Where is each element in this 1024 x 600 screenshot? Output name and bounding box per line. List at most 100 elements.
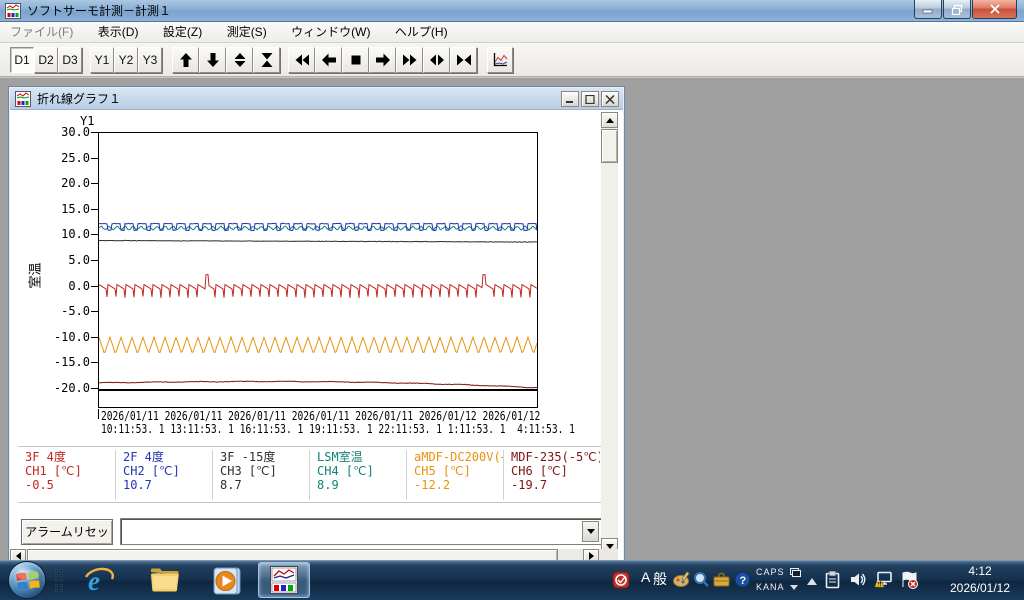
compress-vertical-icon [259,52,275,68]
graph-window: 折れ線グラフ１ Y1 室温 30.025.020.015.010.05.00.0… [8,86,625,562]
channel-legend-4: LSM室温CH4 [℃]8.9 [309,450,406,500]
child-minimize-icon[interactable] [561,91,579,107]
alarm-combo-box[interactable] [120,518,602,545]
alarm-strip [98,390,538,408]
screen: ソフトサーモ計測－計測１ ファイル(F) 表示(D) 設定(Z) 測定(S) ウ… [0,0,1024,600]
horizontal-scrollbar-thumb[interactable] [27,549,558,560]
menu-help[interactable]: ヘルプ(H) [385,22,458,43]
ime-conversion-mode[interactable]: 般 [653,569,667,589]
ime-help-icon[interactable]: ? [734,571,751,593]
fast-forward-button[interactable] [396,47,423,73]
horizontal-scrollbar[interactable] [10,549,600,560]
channel-legend-1: 3F 4度CH1 [℃]-0.5 [18,450,115,500]
svg-text:!: ! [879,582,881,588]
graph-window-titlebar: 折れ線グラフ１ [10,88,623,110]
taskbar-divider [54,568,64,592]
y-axis-tick-label: 5.0 [30,253,90,267]
y-axis-tick-label: -15.0 [30,355,90,369]
d2-button[interactable]: D2 [34,47,58,73]
x-axis-dates: 2026/01/11 2026/01/11 2026/01/11 2026/01… [101,409,540,423]
channel-value: -19.7 [511,478,600,492]
vertical-scrollbar-thumb[interactable] [601,129,618,163]
child-close-icon[interactable] [601,91,619,107]
channel-name: aMDF-DC200V(+7 [414,450,503,464]
child-maximize-icon[interactable] [581,91,599,107]
scrollbar-up-icon[interactable] [601,112,618,128]
volume-icon[interactable] [849,571,867,593]
rewind-button[interactable] [288,47,315,73]
restore-icon[interactable] [943,0,971,19]
compress-vertical-button[interactable] [253,47,280,73]
graph-icon [491,51,509,69]
menu-view[interactable]: 表示(D) [88,22,149,43]
channel-id: CH1 [℃] [25,464,115,478]
d3-button[interactable]: D3 [58,47,82,73]
expand-horizontal-button[interactable] [423,47,450,73]
scrollbar-right-icon[interactable] [583,549,599,560]
scroll-up-button[interactable] [172,47,199,73]
step-back-button[interactable] [315,47,342,73]
menu-bar: ファイル(F) 表示(D) 設定(Z) 測定(S) ウィンドウ(W) ヘルプ(H… [0,22,1024,43]
graph-settings-button[interactable] [487,47,513,73]
y-axis-tick-label: 30.0 [30,125,90,139]
keyboard-indicator[interactable]: CAPS KANA [756,565,801,595]
combo-dropdown-icon[interactable] [582,521,599,542]
compress-horizontal-button[interactable] [450,47,477,73]
security-shield-icon[interactable] [612,571,630,594]
expand-horizontal-icon [429,52,445,68]
step-forward-button[interactable] [369,47,396,73]
y2-button[interactable]: Y2 [114,47,138,73]
rewind-icon [294,52,310,68]
y-axis-tick-label: 20.0 [30,176,90,190]
network-icon[interactable]: ! [874,571,894,593]
stop-button[interactable] [342,47,369,73]
y1-button[interactable]: Y1 [90,47,114,73]
taskbar-clock[interactable]: 4:12 2026/01/12 [942,563,1018,597]
menu-window[interactable]: ウィンドウ(W) [281,22,380,43]
channel-legend-5: aMDF-DC200V(+7CH5 [℃]-12.2 [406,450,503,500]
show-hidden-icons[interactable] [806,574,818,592]
ime-input-mode[interactable]: A [641,569,650,585]
d1-button[interactable]: D1 [10,47,34,73]
menu-measure[interactable]: 測定(S) [217,22,277,43]
chart-lines [99,133,537,389]
minimize-icon[interactable] [914,0,942,19]
kana-indicator: KANA [756,580,785,595]
taskbar: e A 般 ? CAPS KANA [0,560,1024,600]
channel-legend-6: MDF-235(-5℃)CH6 [℃]-19.7 [503,450,600,500]
media-player-icon[interactable] [212,566,242,600]
ime-tools-icon[interactable] [673,571,690,592]
internet-explorer-icon[interactable]: e [84,566,114,600]
measurement-app-icon [270,566,298,594]
expand-vertical-button[interactable] [226,47,253,73]
menu-file[interactable]: ファイル(F) [0,22,83,43]
channel-id: CH6 [℃] [511,464,600,478]
close-icon[interactable] [972,0,1017,19]
clock-date: 2026/01/12 [942,580,1018,597]
alarm-reset-button[interactable]: アラームリセット [21,519,113,545]
channel-name: MDF-235(-5℃) [511,450,600,464]
clock-time: 4:12 [942,563,1018,580]
mdi-area: 折れ線グラフ１ Y1 室温 30.025.020.015.010.05.00.0… [0,77,1024,560]
channel-value: -12.2 [414,478,503,492]
y-axis-tick-label: 0.0 [30,279,90,293]
scrollbar-left-icon[interactable] [10,549,26,560]
graph-window-icon [15,91,31,112]
svg-text:?: ? [740,575,747,587]
scroll-down-button[interactable] [199,47,226,73]
down-arrow-icon [205,52,221,68]
y3-button[interactable]: Y3 [138,47,162,73]
start-button[interactable] [8,561,46,599]
taskbar-active-app-button[interactable] [258,562,310,598]
file-explorer-icon[interactable] [150,567,180,598]
action-center-flag-icon[interactable] [899,571,919,594]
ime-pad-search-icon[interactable] [693,571,710,592]
menu-settings[interactable]: 設定(Z) [153,22,212,43]
app-icon [5,3,21,24]
expand-vertical-icon [232,52,248,68]
ime-dictionary-tool-icon[interactable] [713,571,730,592]
stop-icon [348,52,364,68]
clipboard-tray-icon[interactable] [824,571,841,594]
kana-dropdown-icon [790,585,798,590]
vertical-scrollbar[interactable] [601,112,618,554]
